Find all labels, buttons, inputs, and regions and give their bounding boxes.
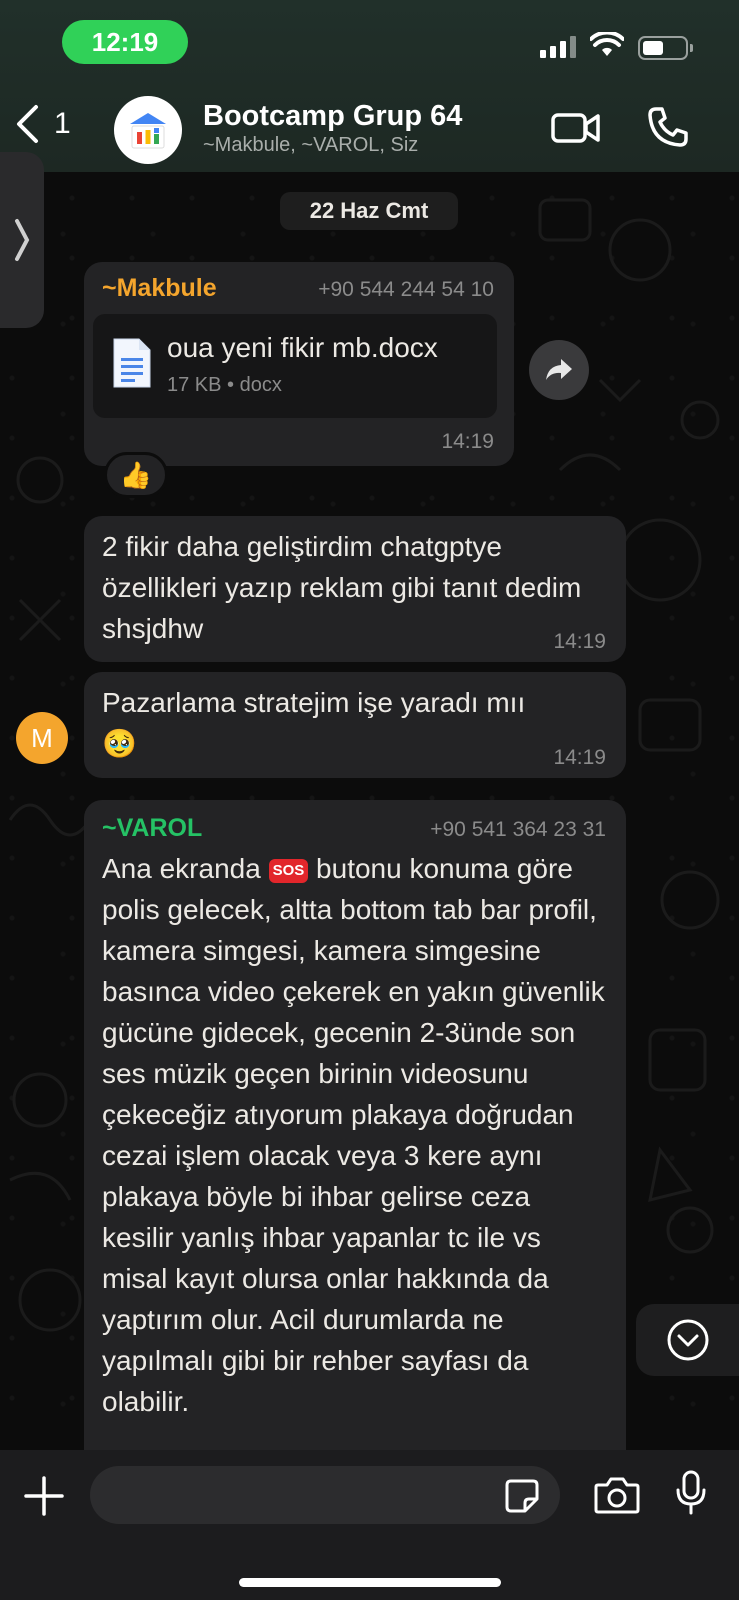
battery-icon bbox=[638, 36, 693, 60]
sticker-icon[interactable] bbox=[504, 1478, 540, 1514]
message-time: 14:19 bbox=[441, 430, 494, 453]
status-time[interactable]: 12:19 bbox=[62, 20, 188, 64]
message-text: 2 fikir daha geliştirdim chatgptye özell… bbox=[102, 531, 582, 644]
composer-bar bbox=[0, 1450, 739, 1600]
message-time: 14:19 bbox=[553, 630, 606, 653]
message-bubble[interactable]: Pazarlama stratejim işe yaradı mıı 🥹 14:… bbox=[84, 672, 626, 778]
document-icon bbox=[113, 338, 151, 388]
message-text-body: Pazarlama stratejim işe yaradı mıı bbox=[102, 687, 526, 718]
bank-icon bbox=[130, 113, 166, 149]
side-panel-tab[interactable] bbox=[0, 152, 44, 328]
phone-call-icon[interactable] bbox=[647, 106, 689, 148]
pleading-face-emoji: 🥹 bbox=[102, 728, 137, 759]
group-title[interactable]: Bootcamp Grup 64 bbox=[203, 100, 462, 133]
sos-emoji: SOS bbox=[268, 859, 309, 883]
status-bar: 12:19 bbox=[0, 0, 739, 90]
chevron-down-icon bbox=[667, 1319, 708, 1361]
document-name: oua yeni fikir mb.docx bbox=[167, 332, 438, 363]
home-indicator bbox=[239, 1578, 501, 1587]
sender-name[interactable]: ~Makbule bbox=[102, 274, 217, 303]
back-button[interactable]: 1 bbox=[14, 104, 71, 144]
document-attachment[interactable]: oua yeni fikir mb.docx 17 KB • docx bbox=[93, 314, 497, 418]
group-avatar[interactable] bbox=[114, 96, 182, 164]
message-text: Pazarlama stratejim işe yaradı mıı 🥹 bbox=[102, 682, 592, 764]
sender-phone: +90 544 244 54 10 bbox=[318, 278, 494, 301]
message-bubble[interactable]: 2 fikir daha geliştirdim chatgptye özell… bbox=[84, 516, 626, 662]
message-bubble-long[interactable]: ~VAROL +90 541 364 23 31 Ana ekranda SOS… bbox=[84, 800, 626, 1500]
video-call-icon[interactable] bbox=[551, 110, 601, 146]
document-meta: 17 KB • docx bbox=[167, 374, 282, 396]
group-members[interactable]: ~Makbule, ~VAROL, Siz bbox=[203, 134, 418, 157]
scroll-to-bottom-button[interactable] bbox=[636, 1304, 739, 1376]
sender-phone: +90 541 364 23 31 bbox=[430, 818, 606, 841]
chevron-left-icon bbox=[17, 105, 38, 143]
wifi-icon bbox=[590, 32, 624, 56]
chevron-right-icon bbox=[15, 219, 30, 261]
forward-icon bbox=[546, 359, 572, 380]
message-text-part-1: Ana ekranda bbox=[102, 853, 261, 884]
message-time: 14:19 bbox=[553, 746, 606, 769]
cellular-signal-icon bbox=[540, 36, 576, 58]
chat-header: 12:19 1 Bootcamp Grup 64 ~Makbule, ~VARO… bbox=[0, 0, 739, 172]
avatar[interactable]: M bbox=[16, 712, 68, 764]
message-text-part-2: butonu konuma göre polis gelecek, altta … bbox=[102, 853, 605, 1417]
message-text: Ana ekranda SOS butonu konuma göre polis… bbox=[102, 848, 608, 1422]
forward-button[interactable] bbox=[529, 340, 589, 400]
message-input[interactable] bbox=[90, 1466, 560, 1524]
message-bubble-document[interactable]: ~Makbule +90 544 244 54 10 oua yeni fiki… bbox=[84, 262, 514, 466]
unread-count: 1 bbox=[54, 107, 71, 140]
microphone-icon[interactable] bbox=[674, 1470, 708, 1516]
date-separator: 22 Haz Cmt bbox=[280, 192, 458, 230]
sender-name[interactable]: ~VAROL bbox=[102, 814, 202, 843]
reaction-badge[interactable]: 👍 bbox=[104, 452, 168, 498]
plus-icon[interactable] bbox=[24, 1476, 64, 1516]
camera-icon[interactable] bbox=[594, 1476, 640, 1514]
